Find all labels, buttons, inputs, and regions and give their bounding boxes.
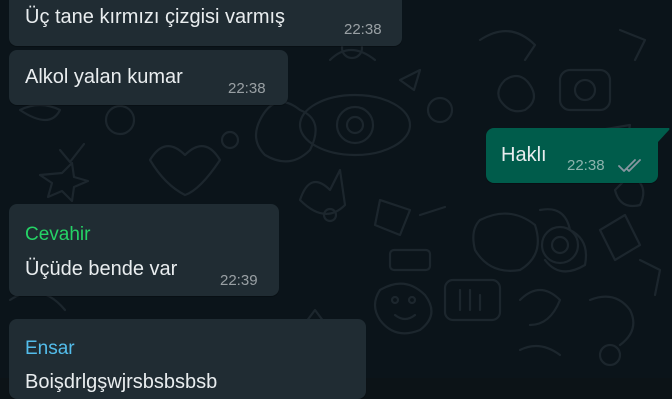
message-time: 22:39	[220, 272, 258, 289]
message-time: 22:38	[567, 157, 605, 174]
message-bubble[interactable]: Ensar Boişdrlgşwjrsbsbsbsb	[9, 319, 366, 399]
message-bubble[interactable]: Üç tane kırmızı çizgisi varmış 22:38	[9, 0, 402, 46]
message-bubble-outgoing[interactable]: Haklı 22:38	[486, 128, 658, 183]
message-text: Boişdrlgşwjrsbsbsbsb	[25, 371, 218, 393]
sender-name[interactable]: Cevahir	[25, 224, 90, 246]
message-bubble[interactable]: Alkol yalan kumar 22:38	[9, 50, 288, 105]
message-text: Alkol yalan kumar	[25, 66, 183, 88]
double-check-icon	[618, 159, 641, 172]
sender-name[interactable]: Ensar	[25, 338, 75, 360]
message-text: Haklı	[501, 144, 547, 166]
message-bubble[interactable]: Cevahir Üçüde bende var 22:39	[9, 204, 279, 296]
message-time: 22:38	[344, 21, 382, 38]
message-text: Üç tane kırmızı çizgisi varmış	[25, 6, 286, 28]
message-text: Üçüde bende var	[25, 258, 178, 280]
bubble-tail	[658, 128, 670, 142]
message-time: 22:38	[228, 80, 266, 97]
